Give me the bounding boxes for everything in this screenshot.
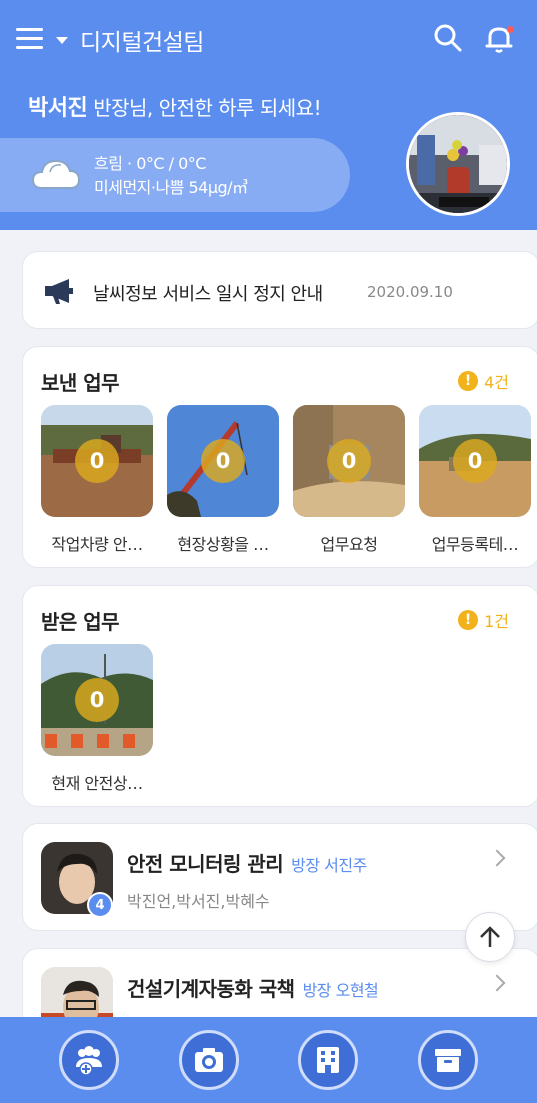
search-icon: [434, 24, 462, 52]
task-image: 0: [41, 405, 153, 517]
sent-tasks-card: 보낸 업무 ! 4건 0 작업차량 안… 0 현장상황을 … 0 업무요청 0 …: [22, 346, 537, 568]
top-bar: 디지털건설팀: [0, 18, 537, 64]
camera-icon: [195, 1048, 223, 1072]
received-tasks-title: 받은 업무: [41, 610, 120, 634]
menu-button[interactable]: [16, 28, 44, 52]
sent-tasks-list: 0 작업차량 안… 0 현장상황을 … 0 업무요청 0 업무등록테…: [41, 405, 537, 555]
task-badge: 0: [453, 439, 497, 483]
project-title: 건설기계자동화 국책: [127, 977, 295, 1001]
task-badge: 0: [75, 678, 119, 722]
sent-tasks-count-text: 4건: [484, 373, 509, 392]
member-count-badge: 4: [87, 892, 113, 918]
team-selector[interactable]: 디지털건설팀: [56, 24, 204, 56]
menu-icon-line: [16, 28, 43, 31]
header: 디지털건설팀 박서진 반장님, 안전한 하루 되세요! 흐림 · 0°C / 0°…: [0, 0, 537, 230]
notice-card[interactable]: 날씨정보 서비스 일시 정지 안내 2020.09.10: [22, 251, 537, 329]
project-leader: 방장 서진주: [291, 856, 367, 875]
nav-building-button[interactable]: [298, 1030, 358, 1090]
project-name: 건설기계자동화 국책 방장 오현철: [127, 973, 379, 1002]
project-name: 안전 모니터링 관리 방장 서진주: [127, 848, 367, 877]
profile-avatar[interactable]: [406, 112, 510, 216]
received-tasks-list: 0 현재 안전상…: [41, 644, 167, 794]
weather-temperature: 흐림 · 0°C / 0°C: [94, 154, 206, 173]
weather-text: 흐림 · 0°C / 0°C 미세먼지·나쁨 54μg/㎥: [94, 152, 248, 200]
exclamation-icon: !: [458, 610, 479, 630]
archive-icon: [435, 1049, 461, 1072]
bottom-nav: [0, 1017, 537, 1103]
task-label: 현장상황을 …: [177, 535, 269, 554]
greeting: 박서진 반장님, 안전한 하루 되세요!: [28, 90, 322, 122]
notification-button[interactable]: [482, 22, 516, 56]
chevron-right-icon: [488, 849, 506, 867]
task-tile[interactable]: 0 현재 안전상…: [41, 644, 153, 794]
arrow-up-icon: [480, 926, 500, 947]
user-name: 박서진: [28, 96, 88, 121]
profile-photo-image: [409, 115, 507, 213]
project-card[interactable]: 4 안전 모니터링 관리 방장 서진주 박진언,박서진,박혜수: [22, 823, 537, 931]
task-label: 업무요청: [320, 535, 378, 554]
task-tile[interactable]: 0 현장상황을 …: [167, 405, 279, 555]
building-icon: [317, 1047, 339, 1073]
project-members: 박진언,박서진,박혜수: [127, 892, 270, 911]
weather-dust: 미세먼지·나쁨 54μg/㎥: [94, 178, 248, 197]
received-tasks-card: 받은 업무 ! 1건 0 현재 안전상…: [22, 585, 537, 807]
caret-down-icon: [56, 36, 68, 44]
task-badge: 0: [327, 439, 371, 483]
weather-widget[interactable]: 흐림 · 0°C / 0°C 미세먼지·나쁨 54μg/㎥: [0, 138, 350, 212]
task-badge: 0: [75, 439, 119, 483]
task-label: 현재 안전상…: [51, 774, 143, 793]
task-image: 0: [41, 644, 153, 756]
menu-icon-line: [16, 46, 43, 49]
nav-add-group-button[interactable]: [59, 1030, 119, 1090]
search-button[interactable]: [432, 22, 464, 54]
nav-archive-button[interactable]: [418, 1030, 478, 1090]
task-image: 0: [167, 405, 279, 517]
notification-dot: [507, 26, 514, 33]
sent-tasks-count: ! 4건: [458, 369, 509, 393]
exclamation-icon: !: [458, 371, 479, 391]
sent-tasks-title: 보낸 업무: [41, 371, 120, 395]
task-tile[interactable]: 0 업무요청: [293, 405, 405, 555]
received-tasks-count-text: 1건: [484, 612, 509, 631]
menu-icon-line: [16, 37, 43, 40]
chevron-right-icon: [488, 974, 506, 992]
task-tile[interactable]: 0 작업차량 안…: [41, 405, 153, 555]
greeting-text: 반장님, 안전한 하루 되세요!: [93, 96, 322, 120]
task-image: 0: [293, 405, 405, 517]
project-leader: 방장 오현철: [302, 981, 379, 1000]
notice-date: 2020.09.10: [367, 283, 453, 301]
task-label: 업무등록테…: [431, 535, 519, 554]
notice-message: 날씨정보 서비스 일시 정지 안내: [93, 284, 323, 305]
team-name: 디지털건설팀: [80, 30, 204, 56]
nav-camera-button[interactable]: [179, 1030, 239, 1090]
task-image: 0: [419, 405, 531, 517]
megaphone-icon: [45, 279, 73, 304]
task-label: 작업차량 안…: [51, 535, 143, 554]
cloud-icon: [31, 159, 81, 189]
task-badge: 0: [201, 439, 245, 483]
received-tasks-count: ! 1건: [458, 608, 509, 632]
add-group-icon: [76, 1046, 102, 1076]
scroll-top-button[interactable]: [465, 912, 515, 962]
project-title: 안전 모니터링 관리: [127, 852, 284, 876]
task-tile[interactable]: 0 업무등록테…: [419, 405, 531, 555]
